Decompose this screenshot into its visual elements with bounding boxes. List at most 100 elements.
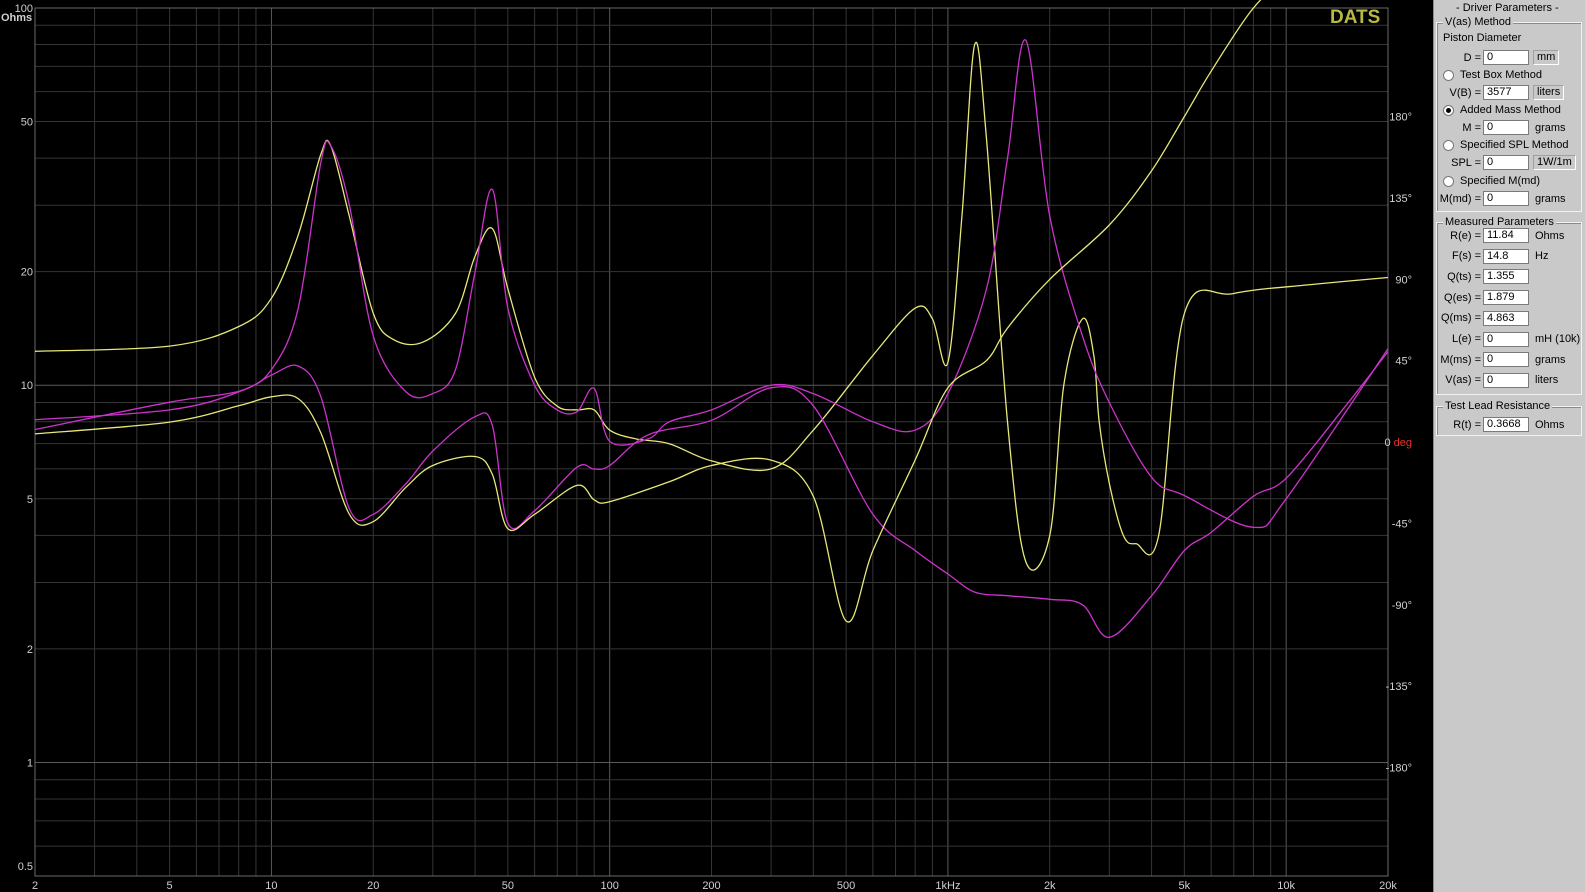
impedance-chart: 2 5 10 20 50 100 200 500 1kHz 2k 5k 10k 20k 10050201… [0,0,1433,892]
vb-row: V(B) = 3577 liters [1437,84,1565,101]
measured-unit: Ohms [1535,229,1565,242]
x-tick-label: 2 [32,880,38,892]
measured-value-field[interactable]: 4.863 [1483,310,1529,326]
m-label: M = [1462,121,1481,134]
test-lead-title: Test Lead Resistance [1443,400,1553,412]
measured-unit: liters [1535,374,1559,387]
measured-label: R(e) = [1450,229,1481,242]
m-row: M = 0 grams [1437,119,1566,136]
rt-field[interactable]: 0.3668 [1483,417,1529,432]
x-tick-label: 50 [502,880,514,892]
y-tick-label: 5 [27,494,33,506]
x-tick-label: 1kHz [935,880,960,892]
mmd-method-option[interactable]: Specified M(md) [1443,175,1540,187]
phase-tick-label: 180° [1389,112,1412,124]
mmd-method-radio[interactable] [1443,175,1454,187]
mmd-unit: grams [1535,192,1566,205]
phase-tick-label: 135° [1389,193,1412,205]
spl-unit: 1W/1m [1533,155,1576,170]
x-tick-label: 100 [600,880,618,892]
d-unit: mm [1533,50,1560,65]
measured-row: M(ms) = 0 grams [1437,351,1566,368]
measured-unit: grams [1535,353,1566,366]
spl-method-option[interactable]: Specified SPL Method [1443,139,1568,151]
driver-parameters-panel: - Driver Parameters - V(as) Method Pisto… [1433,0,1585,892]
d-row: D = 0 mm [1437,49,1560,66]
phase-tick-label: 90° [1395,274,1412,286]
y-tick-label: 0.5 [18,861,33,873]
measured-row: R(e) = 11.84 Ohms [1437,227,1564,244]
added-mass-option[interactable]: Added Mass Method [1443,104,1561,116]
y-tick-label: 20 [21,267,33,279]
measured-label: V(as) = [1445,374,1481,387]
x-tick-label: 20 [367,880,379,892]
vb-field[interactable]: 3577 [1483,85,1529,100]
measured-row: L(e) = 0 mH (10k) [1437,331,1580,348]
m-field[interactable]: 0 [1483,120,1529,135]
mmd-field[interactable]: 0 [1483,191,1529,206]
test-lead-group: Test Lead Resistance R(t) = 0.3668 Ohms [1436,400,1582,436]
d-field[interactable]: 0 [1483,50,1529,65]
measured-value-field[interactable]: 0 [1483,372,1529,388]
x-tick-label: 2k [1044,880,1056,892]
measured-value-field[interactable]: 14.8 [1483,248,1529,264]
mmd-row: M(md) = 0 grams [1437,190,1566,207]
measured-label: L(e) = [1451,333,1481,345]
measured-label: Q(es) = [1444,291,1481,304]
m-unit: grams [1535,121,1566,134]
mmd-method-label: Specified M(md) [1460,175,1541,187]
vb-label: V(B) = [1449,86,1481,99]
spl-label: SPL = [1451,156,1481,169]
measured-unit: Hz [1535,250,1549,263]
spl-method-label: Specified SPL Method [1460,139,1569,151]
measured-label: M(ms) = [1440,353,1481,366]
x-tick-label: 20k [1379,880,1397,892]
phase-tick-label: -135° [1386,681,1412,693]
y-axis-unit-label: Ohms [1,12,32,24]
added-mass-radio[interactable] [1443,104,1454,116]
vas-method-title: V(as) Method [1443,16,1514,28]
phase-tick-label: 0 deg [1384,437,1412,449]
y-tick-label: 50 [21,117,33,129]
phase-tick-label: -45° [1392,518,1412,530]
rt-row: R(t) = 0.3668 Ohms [1437,416,1564,433]
measured-row: Q(ms) = 4.863 [1437,310,1535,327]
x-tick-label: 10k [1277,880,1295,892]
measured-row: F(s) = 14.8 Hz [1437,248,1548,265]
vb-unit: liters [1533,85,1565,100]
measured-value-field[interactable]: 1.879 [1483,290,1529,306]
y-tick-label: 10 [21,380,33,392]
measured-value-field[interactable]: 0 [1483,352,1529,368]
rt-label: R(t) = [1453,418,1481,431]
measured-value-field[interactable]: 11.84 [1483,228,1529,243]
x-tick-label: 500 [837,880,855,892]
phase-tick-label: -180° [1386,763,1412,775]
vas-method-group: V(as) Method Piston Diameter D = 0 mm Te… [1436,16,1582,212]
panel-title: - Driver Parameters - [1456,2,1559,14]
test-box-radio[interactable] [1443,69,1454,81]
measured-label: F(s) = [1451,250,1481,263]
rt-unit: Ohms [1535,418,1565,431]
test-box-option[interactable]: Test Box Method [1443,69,1542,81]
measured-value-field[interactable]: 1.355 [1483,269,1529,285]
spl-field[interactable]: 0 [1483,155,1529,170]
phase-tick-label: 45° [1395,356,1412,368]
measured-value-field[interactable]: 0 [1483,331,1529,347]
y-tick-label: 2 [27,644,33,656]
x-tick-label: 10 [265,880,277,892]
x-tick-label: 200 [702,880,720,892]
x-tick-label: 5k [1179,880,1191,892]
measured-parameters-group: Measured Parameters R(e) = 11.84 Ohms F(s) … [1436,216,1582,395]
y-tick-label: 1 [27,757,33,769]
spl-row: SPL = 0 1W/1m [1437,154,1576,171]
measured-row: V(as) = 0 liters [1437,372,1558,389]
d-label: D = [1463,51,1481,64]
spl-method-radio[interactable] [1443,139,1454,151]
x-tick-label: 5 [167,880,173,892]
added-mass-label: Added Mass Method [1460,104,1561,116]
piston-diameter-label: Piston Diameter [1443,32,1522,44]
measured-label: Q(ts) = [1447,270,1481,283]
measured-label: Q(ms) = [1440,312,1481,325]
measured-unit: mH (10k) [1535,333,1581,345]
phase-tick-label: -90° [1392,600,1412,612]
